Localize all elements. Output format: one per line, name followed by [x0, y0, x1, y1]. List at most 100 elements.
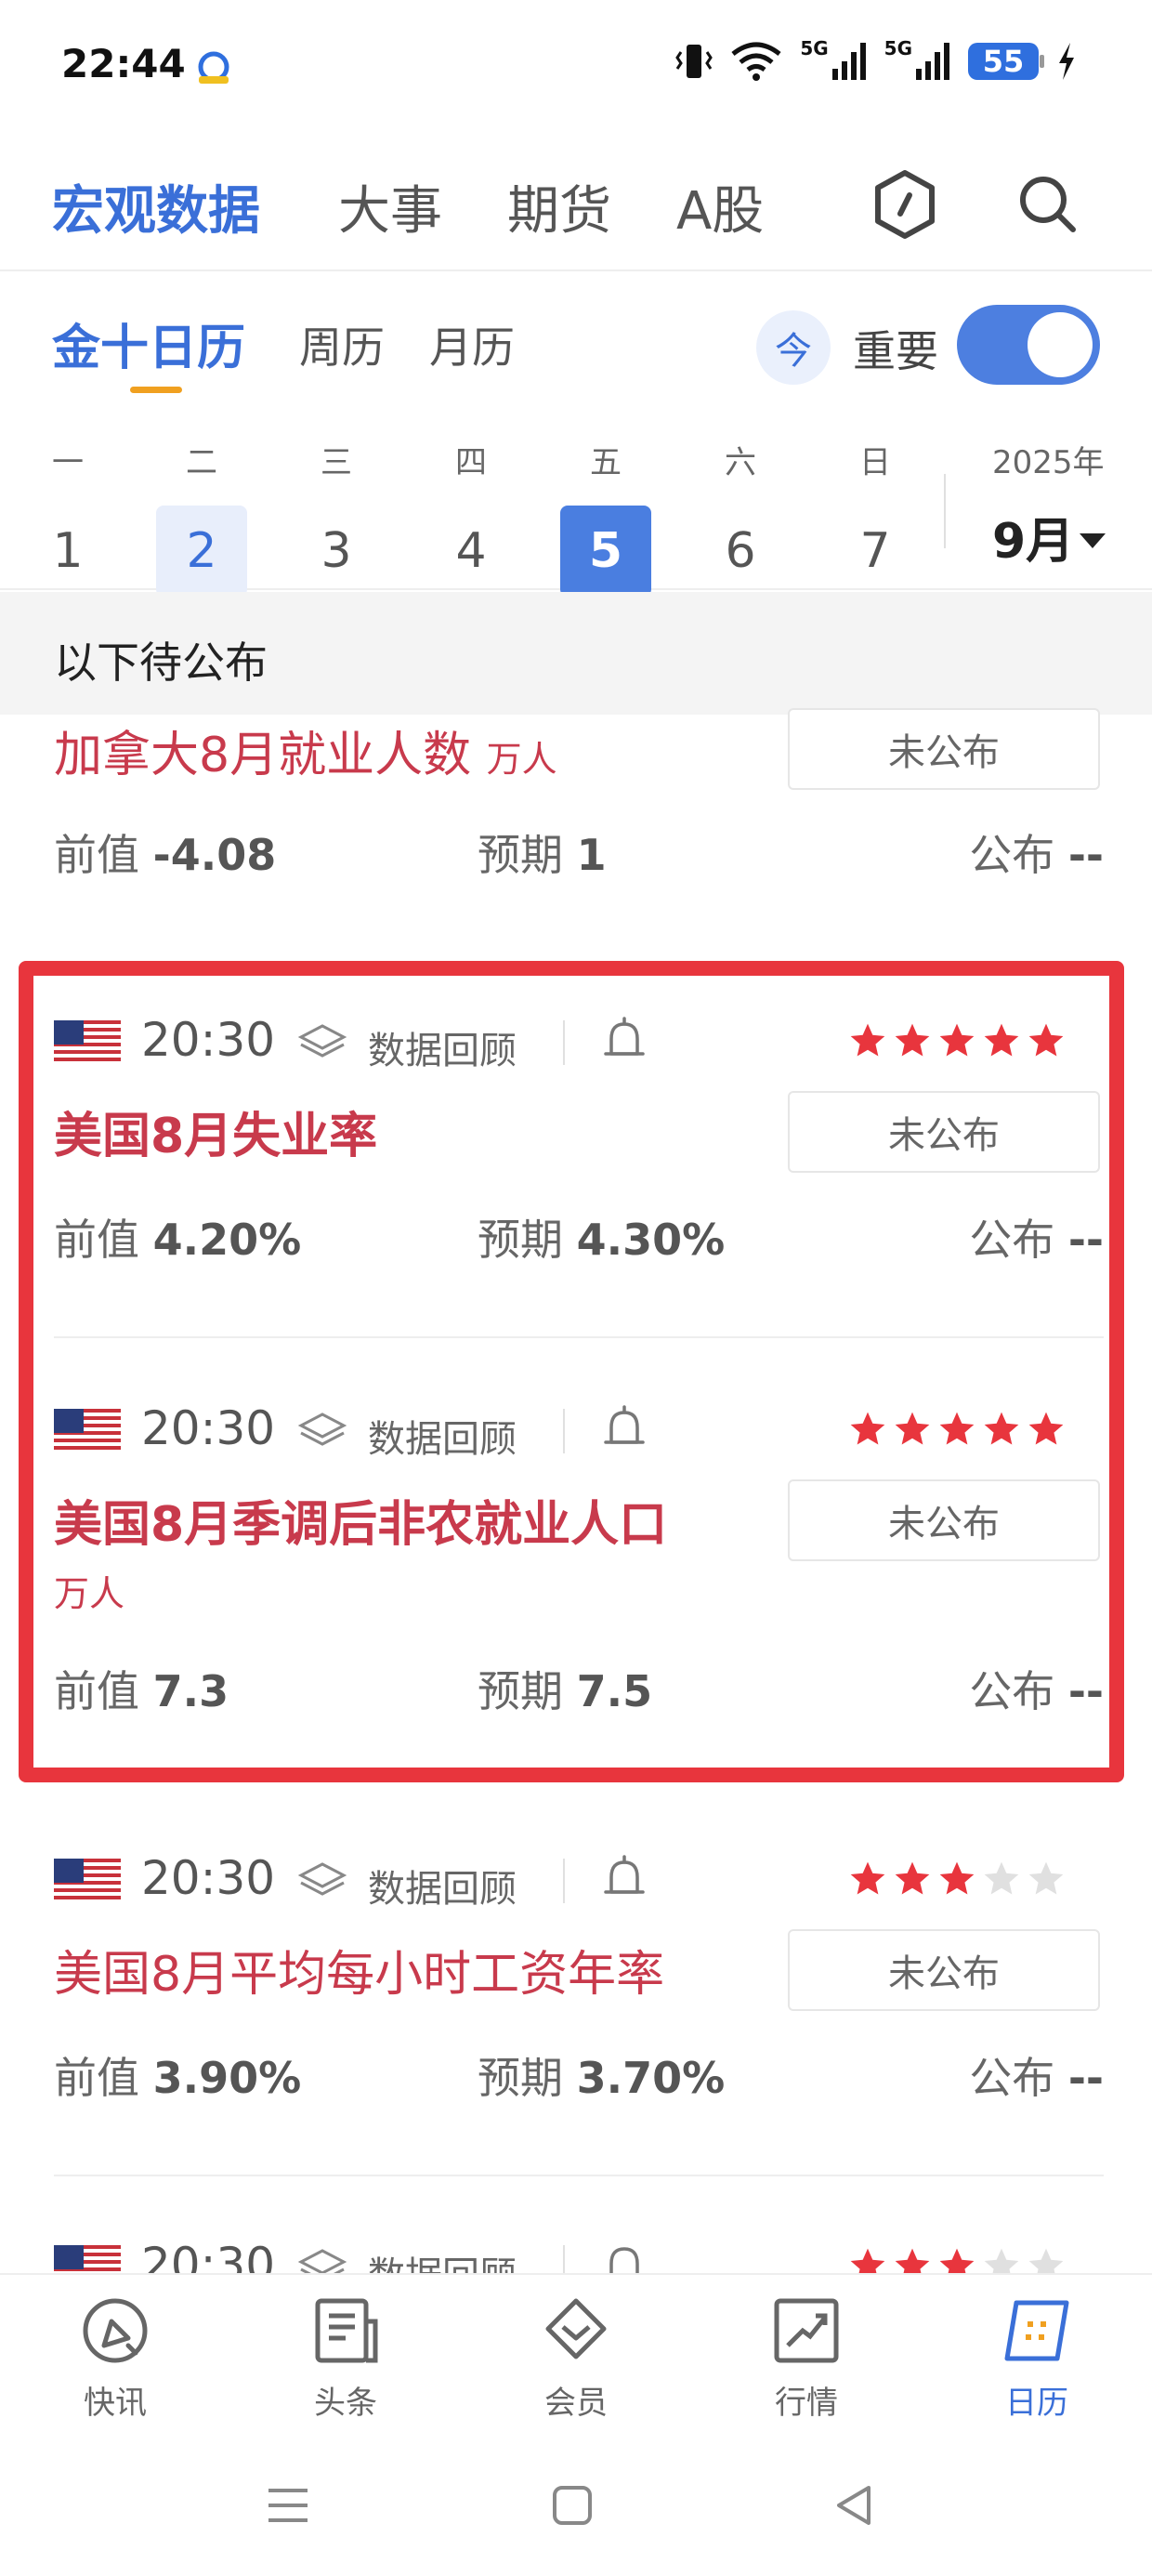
tab-macro-data[interactable]: 宏观数据 [52, 169, 260, 244]
previous-label: 前值 [54, 2053, 139, 2103]
us-flag-icon [54, 1859, 121, 1903]
tab-jin10-calendar[interactable]: 金十日历 [52, 309, 245, 378]
star-filled-icon [850, 1861, 885, 1895]
day-4[interactable]: 四 4 [425, 437, 517, 579]
status-icons: 5G 5G 55 [675, 37, 1078, 82]
previous-value: 前值 4.20% [54, 1206, 301, 1268]
event-unit: 万人 [486, 739, 557, 780]
bell-icon[interactable] [602, 1853, 647, 1905]
bell-icon[interactable] [602, 1015, 647, 1067]
published-number: -- [1067, 1215, 1104, 1265]
day-1[interactable]: 一 1 [22, 437, 113, 579]
day-2[interactable]: 二 2 [156, 437, 247, 597]
diamond-icon [545, 2298, 607, 2359]
data-review-link[interactable]: 数据回顾 [368, 2245, 517, 2273]
data-review-link[interactable]: 数据回顾 [368, 1409, 517, 1463]
date-number: 1 [52, 523, 84, 579]
event-card[interactable]: 20:30 数据回顾 美国8月平均每小时工资年率 未公布 前值 3.90% 预期… [0, 1842, 1152, 2158]
important-toggle[interactable] [957, 305, 1100, 385]
release-status-button[interactable]: 未公布 [788, 1929, 1100, 2011]
tab-futures[interactable]: 期货 [507, 169, 611, 244]
release-status-button[interactable]: 未公布 [788, 1091, 1100, 1173]
date-number: 5 [560, 506, 651, 597]
event-card[interactable]: 加拿大8月就业人数 万人 未公布 前值 -4.08 预期 1 公布 -- [0, 708, 1152, 961]
header-divider [563, 1020, 565, 1065]
weekday-label: 五 [590, 444, 622, 481]
tab-calendar[interactable]: 日历 [967, 2293, 1106, 2424]
menu-icon[interactable] [260, 2477, 316, 2533]
month-label: 9月 [992, 514, 1075, 570]
previous-number: 4.20% [152, 1215, 302, 1265]
tab-a-shares[interactable]: A股 [676, 169, 764, 244]
event-time: 20:30 [141, 1851, 276, 1905]
star-filled-icon [895, 1412, 930, 1445]
tab-week-calendar[interactable]: 周历 [299, 314, 385, 375]
tab-label: 头条 [314, 2385, 377, 2422]
event-card[interactable]: 20:30 数据回顾 美国8月季调后非农就业人口 万人 未公布 前值 7.3 预… [0, 1392, 1152, 1745]
star-filled-icon [850, 2248, 885, 2273]
bell-icon[interactable] [602, 1403, 647, 1455]
expected-value: 预期 3.70% [478, 2044, 725, 2106]
star-filled-icon [984, 1412, 1019, 1445]
month-picker[interactable]: 9月 [992, 502, 1106, 572]
expected-value: 预期 7.5 [478, 1658, 652, 1719]
tab-membership[interactable]: 会员 [506, 2293, 646, 2424]
day-3[interactable]: 三 3 [291, 437, 382, 579]
expected-value: 预期 4.30% [478, 1206, 725, 1268]
star-filled-icon [939, 2248, 975, 2273]
previous-label: 前值 [54, 1215, 139, 1265]
event-values: 前值 4.20% 预期 4.30% 公布 -- [54, 1206, 1104, 1271]
search-icon[interactable] [1011, 167, 1085, 242]
event-time: 20:30 [141, 2238, 276, 2273]
tab-month-calendar[interactable]: 月历 [429, 314, 515, 375]
published-value: 公布 -- [969, 1206, 1104, 1268]
bell-icon[interactable] [602, 2240, 647, 2273]
tab-headlines[interactable]: 头条 [276, 2293, 415, 2424]
event-title: 美国8月失业率 [54, 1109, 378, 1164]
layers-icon [297, 1862, 347, 1896]
star-empty-icon [984, 1861, 1019, 1895]
back-icon[interactable] [827, 2477, 883, 2533]
hexagon-icon[interactable] [868, 167, 942, 242]
us-flag-icon [54, 2245, 121, 2273]
event-unit: 万人 [54, 1573, 125, 1614]
event-time: 20:30 [141, 1401, 276, 1455]
tab-events[interactable]: 大事 [338, 169, 442, 244]
tab-label: 快讯 [84, 2385, 147, 2422]
published-label: 公布 [969, 2053, 1055, 2103]
tab-flash-news[interactable]: 快讯 [46, 2293, 185, 2424]
star-filled-icon [850, 1023, 885, 1057]
event-card[interactable]: 20:30 数据回顾 [0, 2228, 1152, 2273]
today-button[interactable]: 今 [756, 310, 831, 385]
star-filled-icon [939, 1861, 975, 1895]
us-flag-icon [54, 1020, 121, 1065]
day-7[interactable]: 日 7 [830, 437, 921, 579]
release-status-button[interactable]: 未公布 [788, 708, 1100, 790]
event-values: 前值 3.90% 预期 3.70% 公布 -- [54, 2044, 1104, 2109]
date-number: 2 [156, 506, 247, 597]
home-icon[interactable] [544, 2477, 600, 2533]
charging-icon [1059, 43, 1074, 80]
expected-value: 预期 1 [478, 821, 607, 883]
release-status-button[interactable]: 未公布 [788, 1479, 1100, 1561]
published-number: -- [1067, 2053, 1104, 2103]
event-card[interactable]: 20:30 数据回顾 美国8月失业率 未公布 前值 4.20% 预期 4.30%… [0, 1004, 1152, 1338]
data-review-link[interactable]: 数据回顾 [368, 1859, 517, 1912]
event-title: 美国8月平均每小时工资年率 [54, 1947, 665, 2003]
data-review-link[interactable]: 数据回顾 [368, 1020, 517, 1074]
published-value: 公布 -- [969, 1658, 1104, 1719]
header-divider [563, 1409, 565, 1453]
tab-market[interactable]: 行情 [737, 2293, 876, 2424]
star-filled-icon [895, 2248, 930, 2273]
star-filled-icon [984, 1023, 1019, 1057]
day-6[interactable]: 六 6 [695, 437, 786, 579]
star-filled-icon [850, 1412, 885, 1445]
us-flag-icon [54, 1409, 121, 1453]
star-empty-icon [1028, 1861, 1064, 1895]
day-5[interactable]: 五 5 [560, 437, 651, 597]
important-label: 重要 [853, 326, 938, 376]
previous-value: 前值 -4.08 [54, 821, 276, 883]
expected-number: 1 [576, 830, 607, 880]
weekday-label: 三 [321, 444, 352, 481]
row-divider [54, 2175, 1104, 2176]
